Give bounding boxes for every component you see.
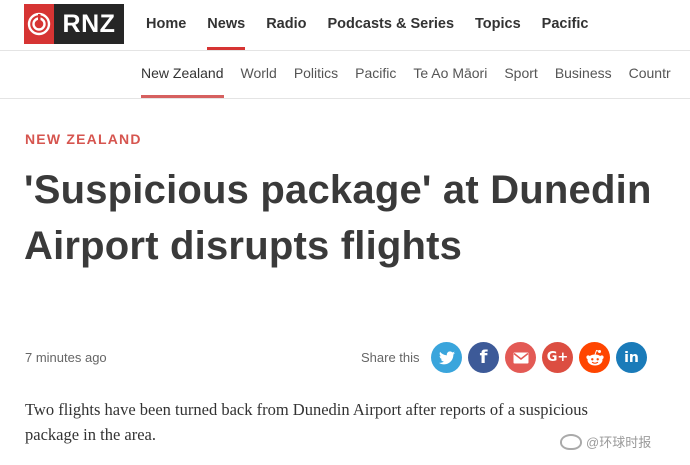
subnav-te-ao-maori[interactable]: Te Ao Māori [413, 51, 487, 98]
subnav-politics[interactable]: Politics [294, 51, 338, 98]
watermark-text: @环球时报 [586, 435, 652, 450]
sub-nav: New Zealand World Politics Pacific Te Ao… [141, 51, 688, 98]
nav-news[interactable]: News [207, 0, 245, 50]
email-share-button[interactable] [505, 342, 536, 373]
subnav-new-zealand[interactable]: New Zealand [141, 51, 224, 98]
nav-topics[interactable]: Topics [475, 0, 521, 50]
nav-podcasts-series[interactable]: Podcasts & Series [327, 0, 454, 50]
subnav-world[interactable]: World [241, 51, 277, 98]
subnav-country[interactable]: Countr [629, 51, 671, 98]
article-timestamp: 7 minutes ago [25, 350, 107, 365]
article-lede: Two flights have been turned back from D… [25, 400, 588, 444]
twitter-share-button[interactable] [431, 342, 462, 373]
nav-radio[interactable]: Radio [266, 0, 306, 50]
reddit-share-button[interactable] [579, 342, 610, 373]
rnz-logo[interactable]: RNZ [24, 4, 124, 44]
top-navigation-bar: RNZ Home News Radio Podcasts & Series To… [0, 0, 690, 51]
google-plus-icon: G+ [546, 350, 569, 365]
main-nav: Home News Radio Podcasts & Series Topics… [146, 0, 609, 50]
nav-pacific[interactable]: Pacific [542, 0, 589, 50]
share-buttons: f G+ in [431, 342, 653, 373]
weibo-logo-icon [560, 433, 582, 450]
sub-navigation-bar: New Zealand World Politics Pacific Te Ao… [0, 51, 690, 99]
section-label[interactable]: NEW ZEALAND [25, 131, 142, 147]
subnav-business[interactable]: Business [555, 51, 612, 98]
subnav-pacific[interactable]: Pacific [355, 51, 396, 98]
share-label: Share this [361, 350, 420, 365]
email-icon [513, 352, 528, 363]
google-plus-share-button[interactable]: G+ [542, 342, 573, 373]
article-headline: 'Suspicious package' at Dunedin Airport … [24, 168, 652, 268]
twitter-icon [438, 350, 455, 364]
linkedin-icon: in [624, 349, 639, 366]
linkedin-share-button[interactable]: in [616, 342, 647, 373]
weibo-watermark: @环球时报 [560, 432, 651, 451]
facebook-share-button[interactable]: f [468, 342, 499, 373]
logo-text: RNZ [62, 10, 116, 38]
reddit-icon [585, 349, 604, 365]
rnz-logo-mark-icon [24, 4, 54, 44]
nav-home[interactable]: Home [146, 0, 186, 50]
subnav-sport[interactable]: Sport [504, 51, 537, 98]
facebook-icon: f [479, 347, 488, 368]
